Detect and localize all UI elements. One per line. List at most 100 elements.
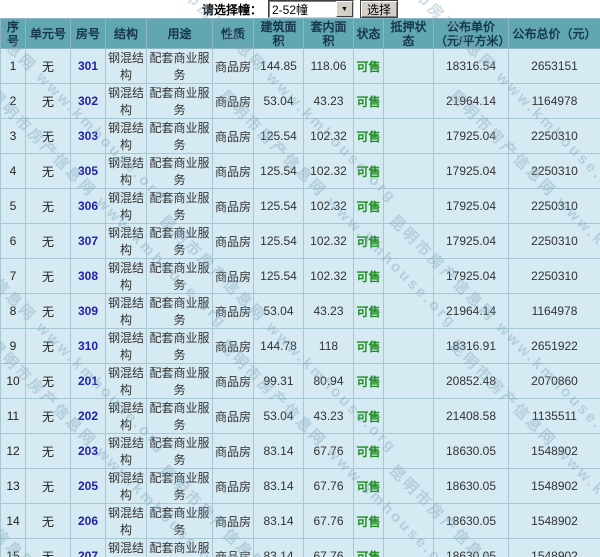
- room-number-link[interactable]: 205: [70, 468, 106, 504]
- usage: 配套商业服务: [146, 258, 213, 294]
- column-header: 性质: [212, 18, 254, 49]
- room-number-link[interactable]: 207: [70, 538, 106, 557]
- building-area: 53.04: [253, 83, 304, 119]
- status-link[interactable]: 可售: [353, 433, 384, 469]
- usage: 配套商业服务: [146, 433, 213, 469]
- room-number-link[interactable]: 301: [70, 48, 106, 84]
- building-area: 144.85: [253, 48, 304, 84]
- room-number-link[interactable]: 201: [70, 363, 106, 399]
- published-unit-price: 18316.91: [433, 328, 509, 364]
- status-link[interactable]: 可售: [353, 363, 384, 399]
- building-area: 125.54: [253, 223, 304, 259]
- room-number-link[interactable]: 206: [70, 503, 106, 539]
- nature: 商品房: [212, 118, 254, 154]
- row-seq: 14: [0, 503, 26, 539]
- published-total-price: 1548902: [508, 433, 600, 469]
- structure: 钢混结构: [105, 258, 147, 294]
- mortgage-status: [383, 48, 434, 84]
- published-unit-price: 18630.05: [433, 468, 509, 504]
- inner-area: 67.76: [303, 433, 354, 469]
- room-number-link[interactable]: 307: [70, 223, 106, 259]
- unit-number: 无: [25, 153, 71, 189]
- room-number-link[interactable]: 310: [70, 328, 106, 364]
- published-total-price: 2651922: [508, 328, 600, 364]
- unit-number: 无: [25, 398, 71, 434]
- status-link[interactable]: 可售: [353, 538, 384, 557]
- usage: 配套商业服务: [146, 83, 213, 119]
- inner-area: 67.76: [303, 538, 354, 557]
- building-area: 125.54: [253, 188, 304, 224]
- usage: 配套商业服务: [146, 153, 213, 189]
- structure: 钢混结构: [105, 48, 147, 84]
- status-link[interactable]: 可售: [353, 293, 384, 329]
- column-header: 公布单价（元/平方米）: [433, 18, 509, 49]
- mortgage-status: [383, 468, 434, 504]
- building-area: 53.04: [253, 293, 304, 329]
- structure: 钢混结构: [105, 223, 147, 259]
- structure: 钢混结构: [105, 538, 147, 557]
- building-area: 83.14: [253, 538, 304, 557]
- nature: 商品房: [212, 48, 254, 84]
- room-number-link[interactable]: 302: [70, 83, 106, 119]
- row-seq: 6: [0, 223, 26, 259]
- room-number-link[interactable]: 203: [70, 433, 106, 469]
- building-area: 125.54: [253, 153, 304, 189]
- column-header: 用途: [146, 18, 213, 49]
- status-link[interactable]: 可售: [353, 468, 384, 504]
- published-total-price: 2250310: [508, 188, 600, 224]
- published-unit-price: 20852.48: [433, 363, 509, 399]
- inner-area: 102.32: [303, 258, 354, 294]
- room-number-link[interactable]: 202: [70, 398, 106, 434]
- published-unit-price: 17925.04: [433, 258, 509, 294]
- status-link[interactable]: 可售: [353, 48, 384, 84]
- mortgage-status: [383, 538, 434, 557]
- unit-number: 无: [25, 48, 71, 84]
- status-link[interactable]: 可售: [353, 223, 384, 259]
- status-link[interactable]: 可售: [353, 83, 384, 119]
- select-button[interactable]: 选择: [360, 0, 398, 18]
- unit-number: 无: [25, 83, 71, 119]
- status-link[interactable]: 可售: [353, 503, 384, 539]
- page: 昆明市房产信息网 www.kmhouse.org 昆明市房产信息网 www.kmh…: [0, 0, 600, 557]
- room-number-link[interactable]: 306: [70, 188, 106, 224]
- structure: 钢混结构: [105, 118, 147, 154]
- structure: 钢混结构: [105, 328, 147, 364]
- table-row: 1 无 301 钢混结构 配套商业服务 商品房 144.85 118.06 可售 18316.54…: [0, 48, 600, 84]
- nature: 商品房: [212, 433, 254, 469]
- column-header: 建筑面积: [253, 18, 304, 49]
- usage: 配套商业服务: [146, 48, 213, 84]
- status-link[interactable]: 可售: [353, 153, 384, 189]
- column-header: 结构: [105, 18, 147, 49]
- status-link[interactable]: 可售: [353, 258, 384, 294]
- status-link[interactable]: 可售: [353, 188, 384, 224]
- status-link[interactable]: 可售: [353, 328, 384, 364]
- nature: 商品房: [212, 188, 254, 224]
- room-number-link[interactable]: 308: [70, 258, 106, 294]
- building-select[interactable]: 2-52幢 ▼: [268, 0, 354, 18]
- room-number-link[interactable]: 309: [70, 293, 106, 329]
- column-header: 单元号: [25, 18, 71, 49]
- nature: 商品房: [212, 223, 254, 259]
- room-number-link[interactable]: 305: [70, 153, 106, 189]
- usage: 配套商业服务: [146, 328, 213, 364]
- mortgage-status: [383, 398, 434, 434]
- table-row: 4 无 305 钢混结构 配套商业服务 商品房 125.54 102.32 可售 17925.04…: [0, 153, 600, 189]
- building-filter-bar: 请选择幢： 2-52幢 ▼ 选择: [0, 0, 600, 18]
- status-link[interactable]: 可售: [353, 398, 384, 434]
- unit-number: 无: [25, 328, 71, 364]
- published-unit-price: 17925.04: [433, 118, 509, 154]
- published-unit-price: 21964.14: [433, 83, 509, 119]
- mortgage-status: [383, 328, 434, 364]
- status-link[interactable]: 可售: [353, 118, 384, 154]
- table-row: 3 无 303 钢混结构 配套商业服务 商品房 125.54 102.32 可售 17925.04…: [0, 118, 600, 154]
- table-row: 13 无 205 钢混结构 配套商业服务 商品房 83.14 67.76 可售 18630.05 1…: [0, 468, 600, 504]
- usage: 配套商业服务: [146, 118, 213, 154]
- row-seq: 2: [0, 83, 26, 119]
- building-area: 83.14: [253, 433, 304, 469]
- inner-area: 43.23: [303, 83, 354, 119]
- table-row: 11 无 202 钢混结构 配套商业服务 商品房 53.04 43.23 可售 21408.58 1…: [0, 398, 600, 434]
- mortgage-status: [383, 83, 434, 119]
- chevron-down-icon[interactable]: ▼: [336, 1, 353, 17]
- table-row: 5 无 306 钢混结构 配套商业服务 商品房 125.54 102.32 可售 17925.04…: [0, 188, 600, 224]
- room-number-link[interactable]: 303: [70, 118, 106, 154]
